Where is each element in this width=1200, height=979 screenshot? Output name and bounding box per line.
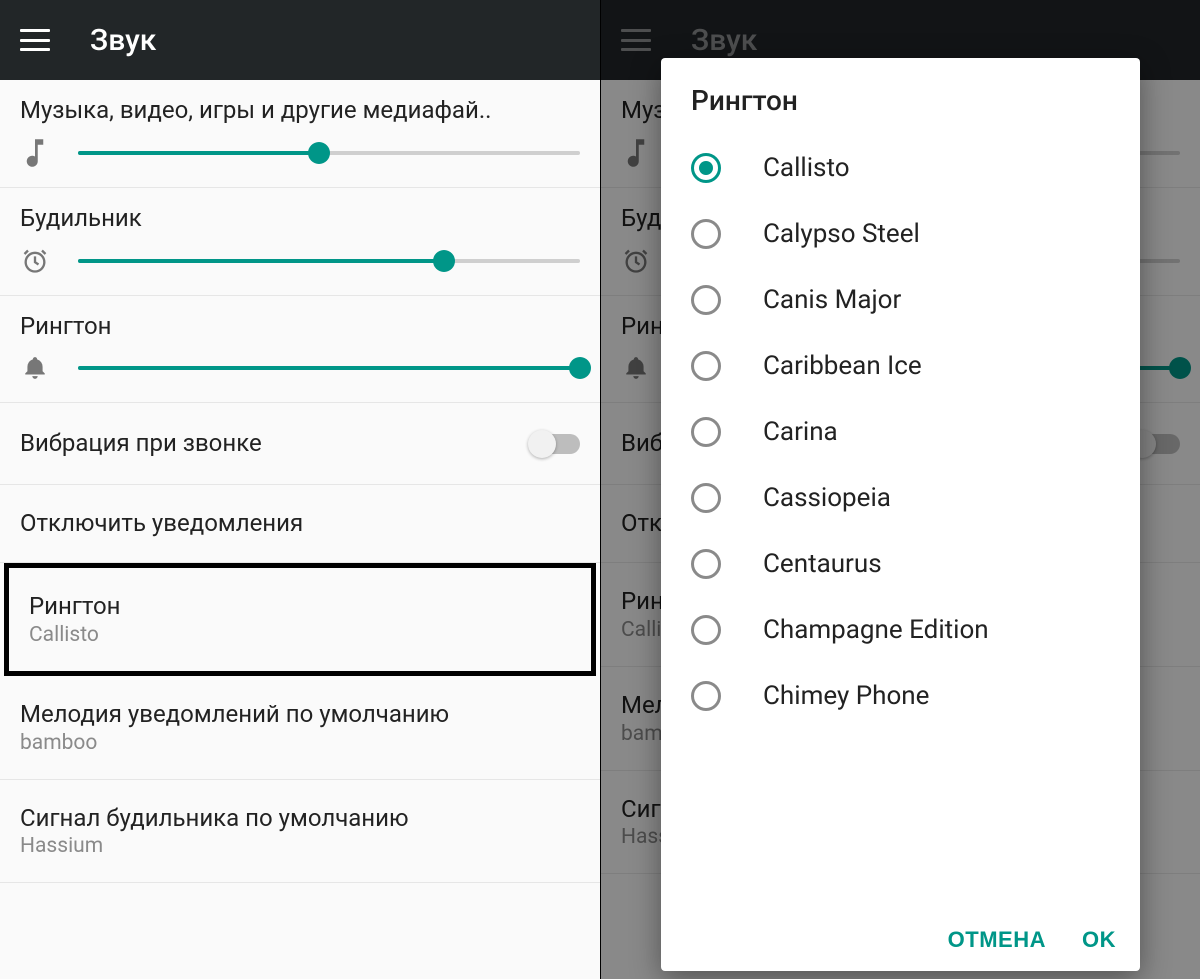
ringtone-volume-row: Рингтон — [0, 296, 600, 404]
notification-sound-value: bamboo — [20, 731, 580, 755]
media-volume-row: Музыка, видео, игры и другие медиафай.. — [0, 80, 600, 188]
ringtone-option[interactable]: Canis Major — [661, 267, 1140, 333]
radio-icon — [691, 681, 721, 711]
settings-list: Музыка, видео, игры и другие медиафай.. … — [0, 80, 600, 883]
alarm-sound-value: Hassium — [20, 834, 580, 858]
ringtone-option[interactable]: Chimey Phone — [661, 663, 1140, 729]
radio-icon — [691, 219, 721, 249]
ringtone-option-label: Cassiopeia — [763, 483, 891, 513]
ringtone-row[interactable]: Рингтон Callisto — [4, 563, 596, 676]
ringtone-volume-label: Рингтон — [20, 312, 580, 341]
radio-icon — [691, 153, 721, 183]
ringtone-row-value: Callisto — [29, 623, 571, 647]
ringtone-option-label: Chimey Phone — [763, 681, 929, 711]
appbar-title: Звук — [90, 23, 156, 58]
appbar: Звук — [0, 0, 600, 80]
settings-pane-left: Звук Музыка, видео, игры и другие медиаф… — [0, 0, 600, 979]
ringtone-row-label: Рингтон — [29, 592, 571, 621]
ringtone-option-label: Canis Major — [763, 285, 901, 315]
ringtone-option[interactable]: Carina — [661, 399, 1140, 465]
ringtone-option-label: Centaurus — [763, 549, 882, 579]
ringtone-option[interactable]: Centaurus — [661, 531, 1140, 597]
settings-pane-right: Звук Музыка, видео, игры и другие медиаф… — [600, 0, 1200, 979]
ringtone-volume-slider[interactable] — [78, 356, 580, 380]
mute-notifications-label: Отключить уведомления — [20, 509, 580, 538]
vibrate-on-call-label: Вибрация при звонке — [20, 429, 262, 458]
dialog-actions: ОТМЕНА OK — [661, 913, 1140, 971]
alarm-sound-label: Сигнал будильника по умолчанию — [20, 804, 580, 833]
radio-icon — [691, 417, 721, 447]
ringtone-option-label: Callisto — [763, 153, 850, 183]
media-volume-slider[interactable] — [78, 141, 580, 165]
ringtone-option-list: Callisto Calypso Steel Canis Major Caribbea… — [661, 135, 1140, 913]
alarm-clock-icon — [20, 247, 50, 275]
ringtone-option-label: Calypso Steel — [763, 219, 920, 249]
ok-button[interactable]: OK — [1082, 927, 1116, 953]
ringtone-option-label: Carina — [763, 417, 838, 447]
ringtone-option[interactable]: Calypso Steel — [661, 201, 1140, 267]
vibrate-on-call-row[interactable]: Вибрация при звонке — [0, 403, 600, 485]
ringtone-option-label: Champagne Edition — [763, 615, 989, 645]
ringtone-option[interactable]: Caribbean Ice — [661, 333, 1140, 399]
alarm-sound-row[interactable]: Сигнал будильника по умолчанию Hassium — [0, 780, 600, 884]
radio-icon — [691, 483, 721, 513]
notification-sound-label: Мелодия уведомлений по умолчанию — [20, 700, 580, 729]
alarm-volume-label: Будильник — [20, 204, 580, 233]
dialog-title: Рингтон — [661, 58, 1140, 135]
cancel-button[interactable]: ОТМЕНА — [948, 927, 1046, 953]
menu-icon[interactable] — [20, 29, 50, 51]
mute-notifications-row[interactable]: Отключить уведомления — [0, 485, 600, 563]
ringtone-option[interactable]: Champagne Edition — [661, 597, 1140, 663]
music-note-icon — [20, 139, 50, 167]
vibrate-on-call-toggle[interactable] — [530, 434, 580, 454]
bell-icon — [20, 354, 50, 382]
radio-icon — [691, 549, 721, 579]
alarm-volume-row: Будильник — [0, 188, 600, 296]
notification-sound-row[interactable]: Мелодия уведомлений по умолчанию bamboo — [0, 676, 600, 780]
media-volume-label: Музыка, видео, игры и другие медиафай.. — [20, 96, 580, 125]
ringtone-picker-dialog: Рингтон Callisto Calypso Steel Canis Major… — [661, 58, 1140, 971]
radio-icon — [691, 351, 721, 381]
radio-icon — [691, 615, 721, 645]
ringtone-option-label: Caribbean Ice — [763, 351, 922, 381]
ringtone-option[interactable]: Cassiopeia — [661, 465, 1140, 531]
ringtone-option[interactable]: Callisto — [661, 135, 1140, 201]
radio-icon — [691, 285, 721, 315]
alarm-volume-slider[interactable] — [78, 249, 580, 273]
